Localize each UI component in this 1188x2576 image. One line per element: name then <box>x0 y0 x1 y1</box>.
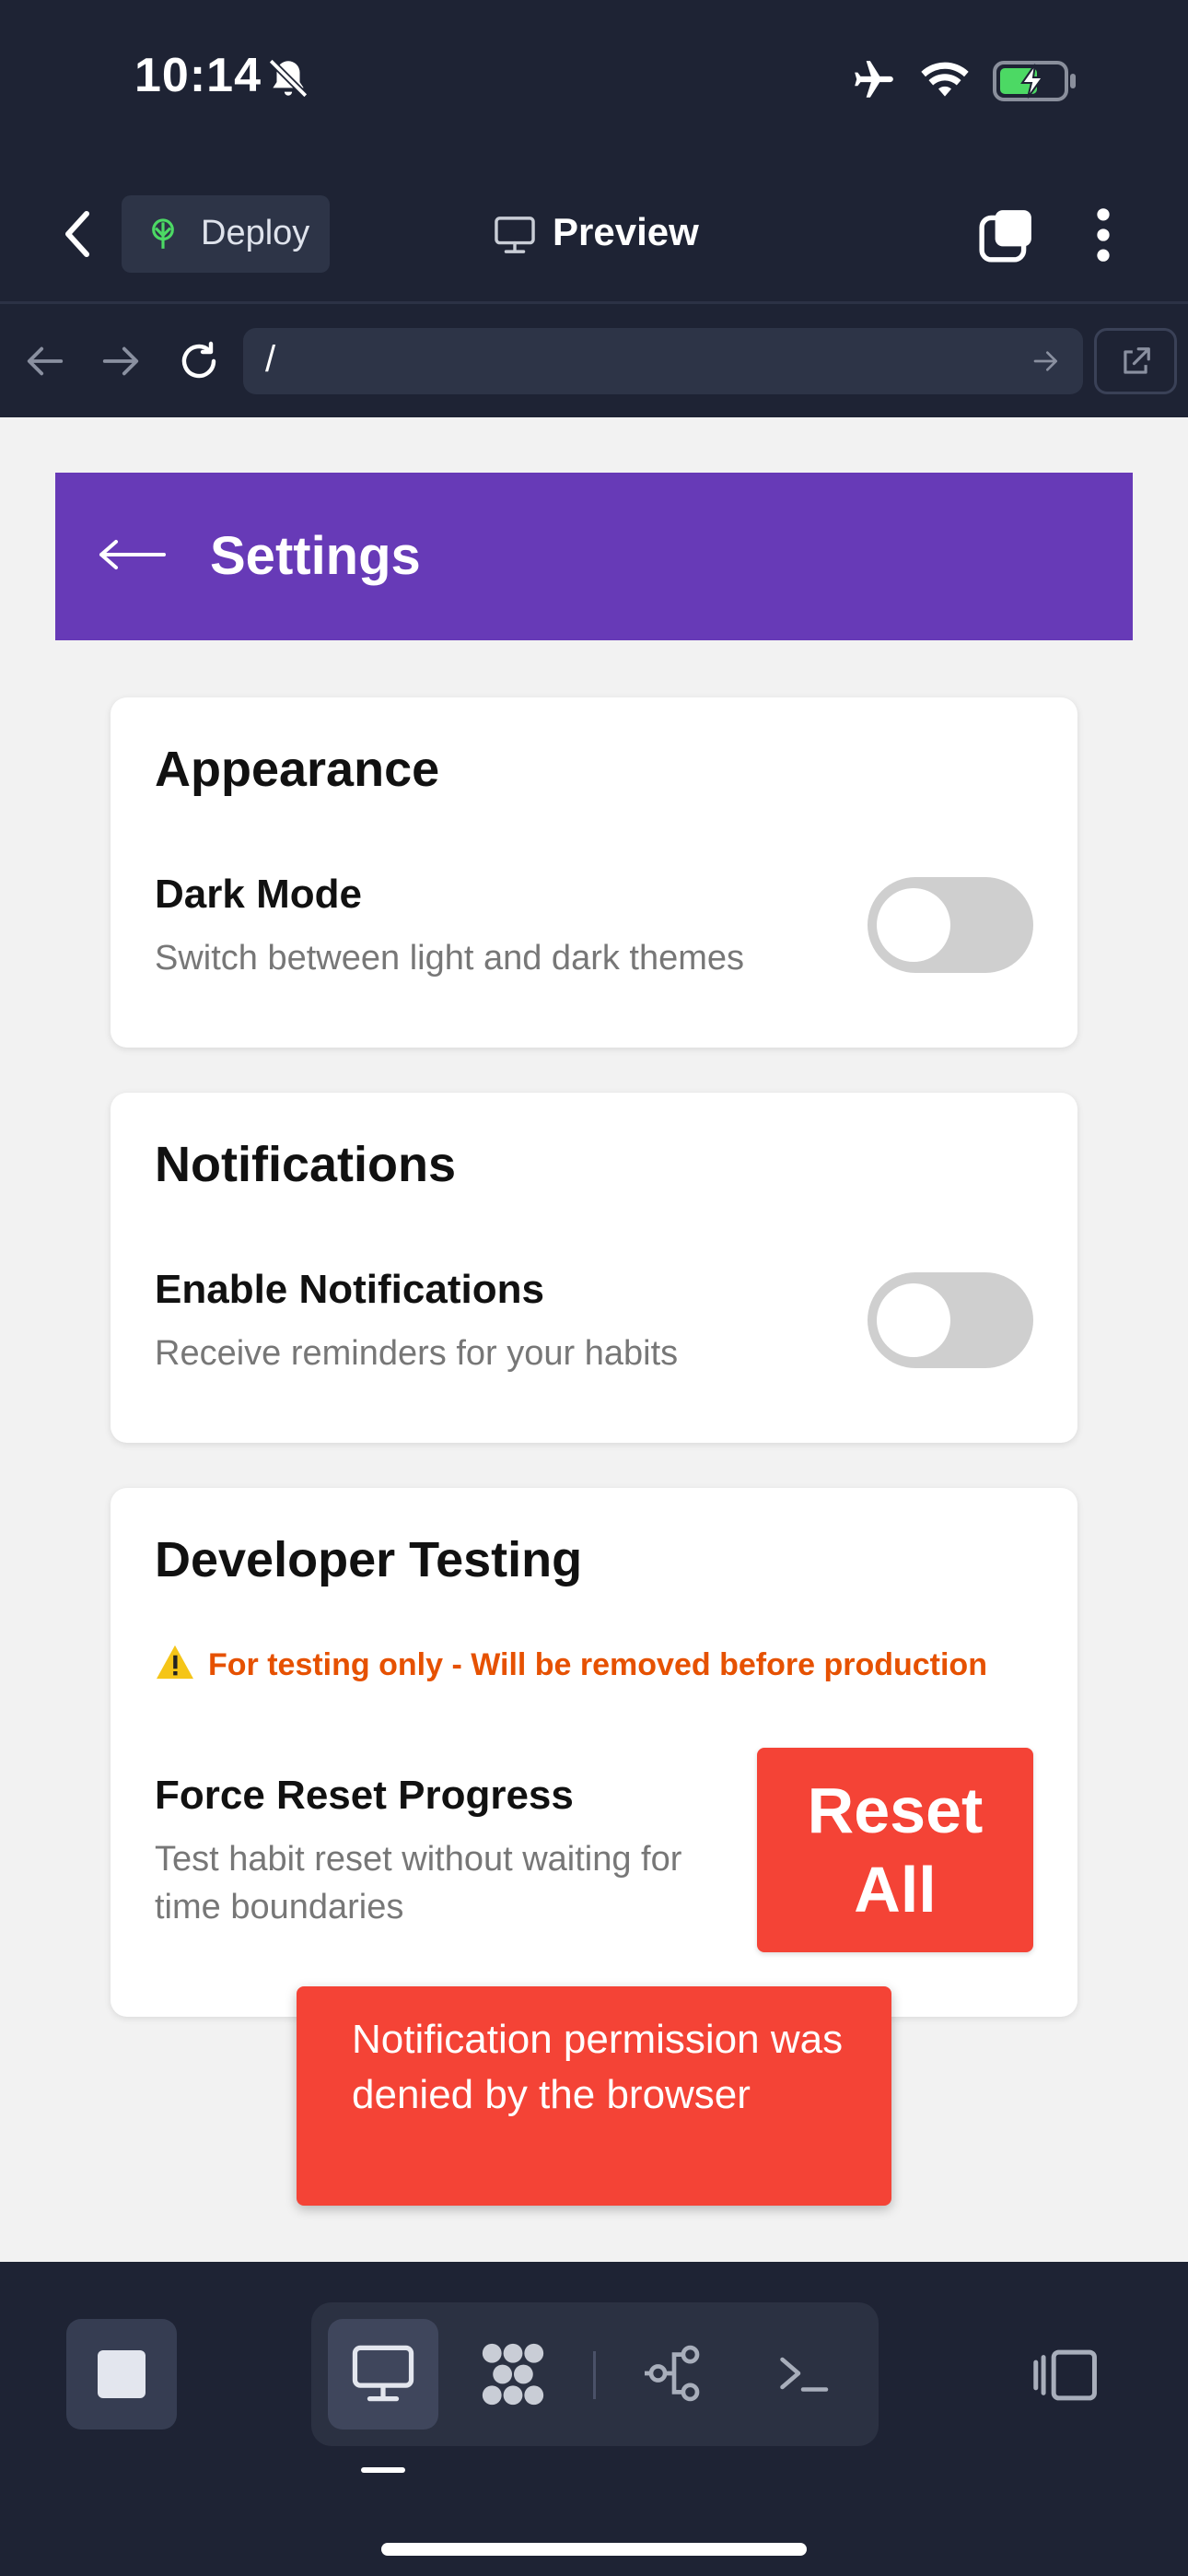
monitor-icon <box>495 217 535 253</box>
preview-tab-label[interactable]: Preview <box>553 210 699 254</box>
appearance-title: Appearance <box>155 742 440 797</box>
back-chevron-icon[interactable] <box>59 208 96 260</box>
notifications-toggle[interactable] <box>868 1272 1033 1368</box>
url-input[interactable] <box>243 328 1083 394</box>
monitor-icon <box>352 2345 414 2402</box>
toggle-knob <box>877 1283 950 1357</box>
enable-notifications-description: Receive reminders for your habits <box>155 1334 679 1373</box>
tabs-icon[interactable] <box>978 206 1035 263</box>
warning-icon <box>157 1645 193 1680</box>
enable-notifications-label: Enable Notifications <box>155 1267 544 1312</box>
airplane-icon <box>855 61 893 98</box>
terminal-icon[interactable] <box>775 2348 831 2399</box>
toast-message: Notification permission was denied by th… <box>352 2017 844 2117</box>
url-go-icon[interactable] <box>1031 346 1061 376</box>
status-time: 10:14 <box>134 49 262 102</box>
wifi-icon <box>921 62 969 97</box>
back-arrow-icon[interactable] <box>98 536 166 573</box>
apps-icon[interactable] <box>477 2338 549 2410</box>
notifications-title: Notifications <box>155 1137 457 1192</box>
deploy-icon <box>152 218 174 249</box>
nav-forward-icon[interactable] <box>99 343 142 380</box>
reset-all-button[interactable]: Reset All <box>757 1748 1033 1952</box>
bell-off-icon <box>268 58 309 99</box>
dark-mode-toggle[interactable] <box>868 877 1033 973</box>
stop-icon <box>98 2350 146 2398</box>
deploy-label: Deploy <box>201 214 310 252</box>
force-reset-description: Test habit reset without waiting for tim… <box>155 1840 682 1926</box>
toggle-knob <box>877 888 950 962</box>
force-reset-label: Force Reset Progress <box>155 1773 574 1818</box>
page-title: Settings <box>210 526 421 586</box>
home-indicator <box>381 2543 807 2556</box>
tool-divider <box>593 2351 596 2399</box>
nav-back-icon[interactable] <box>24 343 66 380</box>
reset-all-label: Reset All <box>807 1774 984 1926</box>
dark-mode-description: Switch between light and dark themes <box>155 939 745 978</box>
panel-icon[interactable] <box>1033 2346 1100 2405</box>
active-tab-indicator <box>361 2467 405 2473</box>
reload-icon[interactable] <box>177 339 221 383</box>
connect-icon[interactable] <box>641 2344 707 2403</box>
kebab-menu-icon[interactable] <box>1092 206 1114 263</box>
developer-testing-title: Developer Testing <box>155 1532 583 1587</box>
external-link-icon <box>1124 347 1150 374</box>
warning-text: For testing only - Will be removed befor… <box>208 1647 987 1682</box>
dark-mode-label: Dark Mode <box>155 872 362 917</box>
battery-charging-icon <box>993 61 1076 101</box>
warning-message: For testing only - Will be removed befor… <box>155 1644 987 1683</box>
url-text: / <box>265 339 276 380</box>
